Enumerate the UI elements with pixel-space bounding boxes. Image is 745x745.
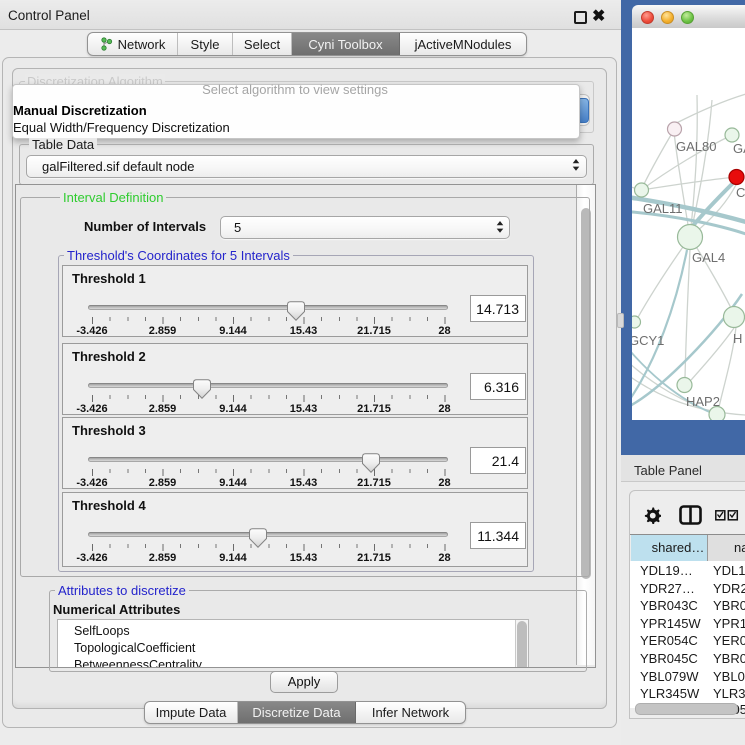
svg-text:HAP2: HAP2 [686,394,720,409]
svg-text:GAL4: GAL4 [692,250,725,265]
svg-text:GCY1: GCY1 [632,333,664,348]
svg-text:H: H [733,331,742,346]
svg-text:C: C [736,185,745,200]
svg-text:GAL80: GAL80 [676,139,716,154]
svg-text:GAL11: GAL11 [643,201,683,216]
svg-text:GA: GA [733,141,745,156]
